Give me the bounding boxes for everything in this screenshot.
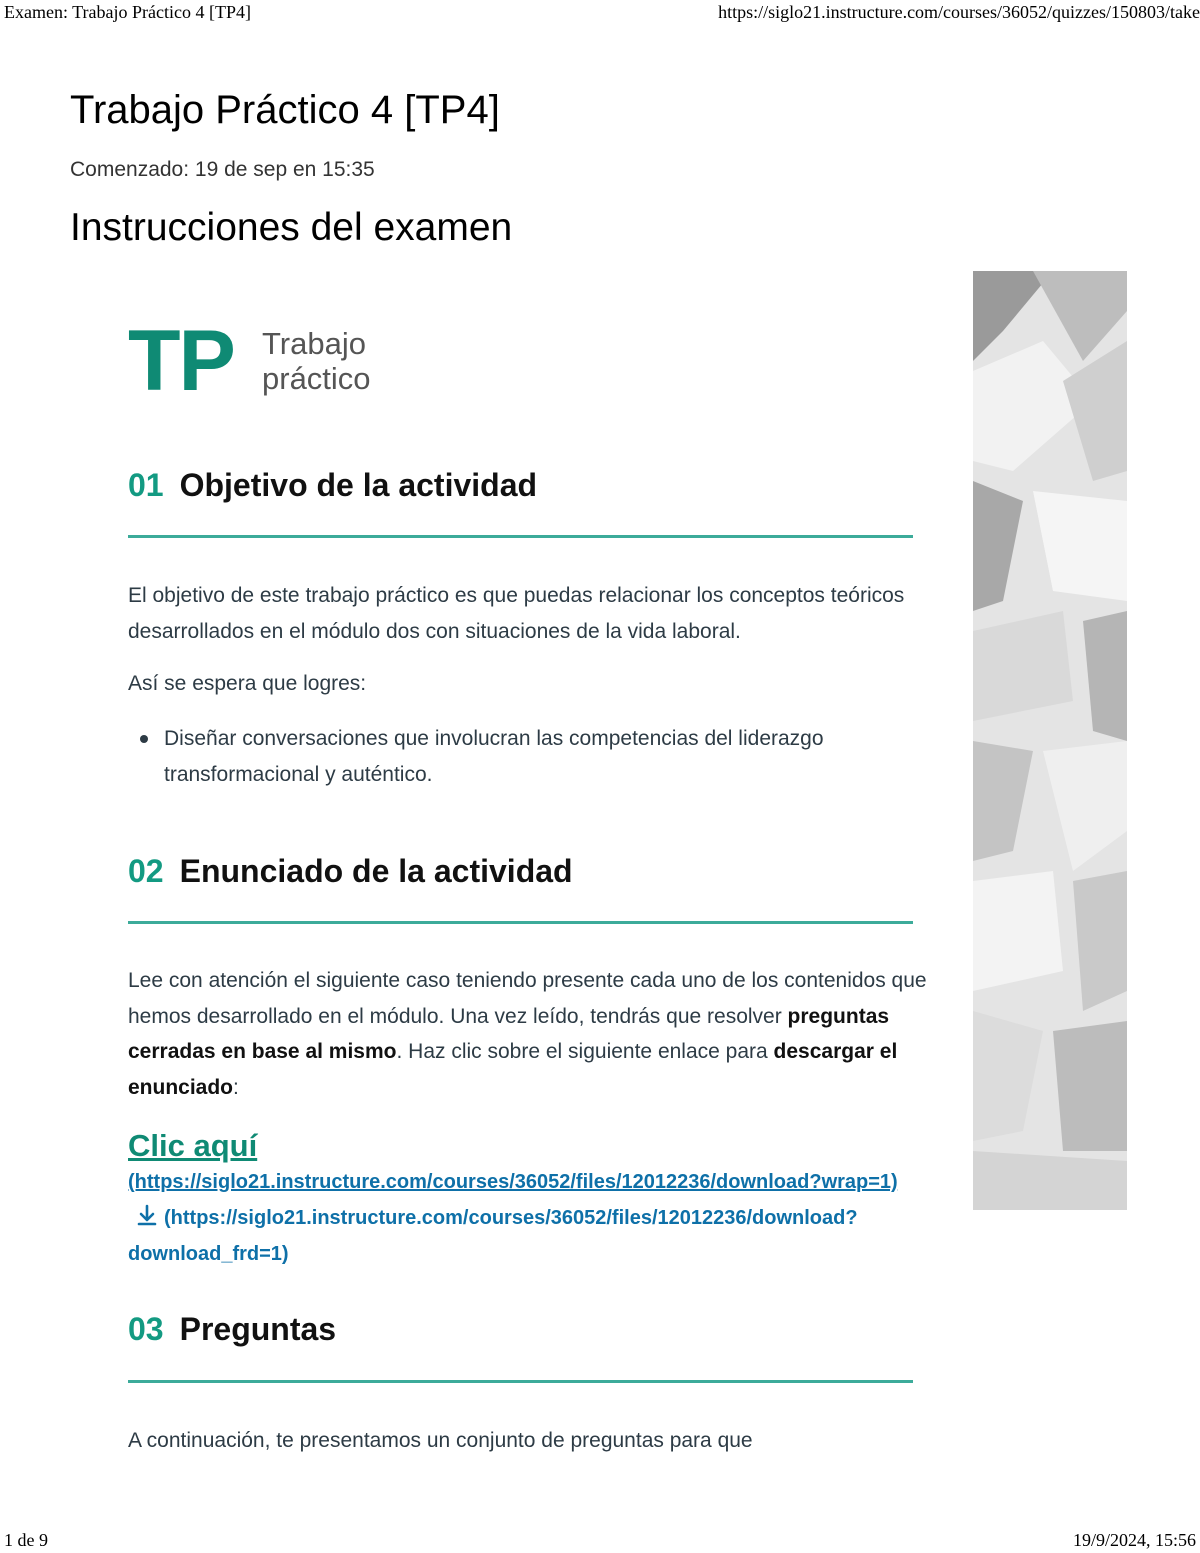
print-footer: 1 de 9 19/9/2024, 15:56	[0, 1530, 1200, 1552]
statement-text-c: :	[233, 1075, 239, 1099]
section-divider	[128, 1380, 913, 1383]
page-title: Trabajo Práctico 4 [TP4]	[70, 88, 500, 132]
print-header: Examen: Trabajo Práctico 4 [TP4] https:/…	[0, 2, 1200, 26]
bullet-dot	[140, 735, 148, 743]
print-header-url: https://siglo21.instructure.com/courses/…	[718, 2, 1200, 22]
download-link-url[interactable]: (https://siglo21.instructure.com/courses…	[128, 1207, 858, 1265]
section-heading-enunciado: 02 Enunciado de la actividad	[128, 853, 573, 890]
section-heading-objetivo: 01 Objetivo de la actividad	[128, 467, 537, 504]
section-divider	[128, 535, 913, 538]
print-timestamp: 19/9/2024, 15:56	[1072, 1530, 1196, 1550]
clic-aqui-link[interactable]: Clic aquí	[128, 1128, 257, 1163]
download-icon[interactable]	[136, 1204, 158, 1231]
section-heading-preguntas: 03 Preguntas	[128, 1311, 336, 1348]
started-timestamp: Comenzado: 19 de sep en 15:35	[70, 158, 375, 181]
tp-logo-words: Trabajo práctico	[262, 326, 371, 396]
tp-logo: TP Trabajo práctico	[128, 318, 398, 408]
list-item-text: Diseñar conversaciones que involucran la…	[164, 727, 824, 786]
objective-paragraph: El objetivo de este trabajo práctico es …	[128, 584, 905, 643]
file-link-url[interactable]: (https://siglo21.instructure.com/courses…	[128, 1171, 898, 1193]
tp-logo-word2: práctico	[262, 361, 371, 396]
print-header-title: Examen: Trabajo Práctico 4 [TP4]	[4, 2, 251, 22]
section-number: 01	[128, 467, 164, 503]
download-links: Clic aquí (https://siglo21.instructure.c…	[128, 1128, 928, 1272]
expectation-paragraph: Así se espera que logres:	[128, 672, 367, 695]
section-divider	[128, 921, 913, 924]
section-number: 03	[128, 1311, 164, 1347]
statement-text-b: . Haz clic sobre el siguiente enlace par…	[396, 1040, 774, 1063]
questions-intro-paragraph: A continuación, te presentamos un conjun…	[128, 1429, 753, 1452]
tp-logo-letters: TP	[128, 313, 236, 409]
page-counter: 1 de 9	[4, 1530, 48, 1550]
section-number: 02	[128, 853, 164, 889]
section-title: Objetivo de la actividad	[179, 467, 538, 503]
tp-logo-word1: Trabajo	[262, 326, 366, 361]
statement-paragraph: Lee con atención el siguiente caso tenie…	[128, 963, 928, 1105]
list-item: Diseñar conversaciones que involucran la…	[140, 721, 930, 792]
section-title: Enunciado de la actividad	[179, 853, 573, 889]
instructions-title: Instrucciones del examen	[70, 206, 513, 249]
section-title: Preguntas	[179, 1311, 337, 1347]
decorative-side-image	[973, 271, 1127, 1210]
